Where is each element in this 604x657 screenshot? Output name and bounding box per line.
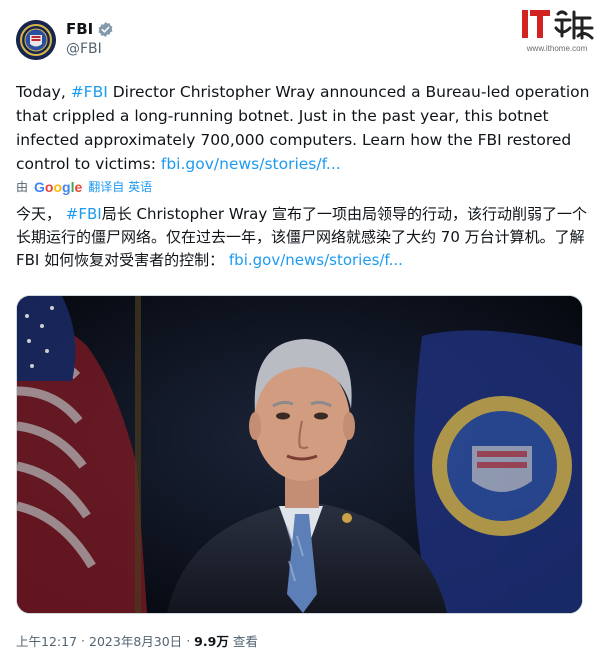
google-logo-icon: Google	[34, 178, 83, 195]
ithome-watermark: www.ithome.com	[516, 6, 598, 56]
hashtag-link[interactable]: #FBI	[71, 83, 108, 101]
account-name[interactable]: FBI	[66, 20, 93, 38]
tweet-media[interactable]	[16, 295, 583, 614]
translation-attribution: 由 Google 翻译自 英语	[16, 178, 152, 195]
account-name-row: FBI	[66, 20, 114, 38]
translated-from-link[interactable]: 翻译自 英语	[88, 178, 152, 195]
translated-by-label: 由	[16, 180, 29, 194]
verified-badge-icon	[98, 21, 113, 37]
translated-hashtag-link[interactable]: #FBI	[66, 205, 102, 223]
tweet-meta: 上午12:17 · 2023年8月30日 · 9.9万 查看	[16, 631, 258, 650]
ithome-logo-icon	[522, 10, 594, 40]
tweet-time[interactable]: 上午12:17	[16, 631, 77, 650]
views-label: 查看	[232, 634, 258, 649]
meta-separator-2: ·	[186, 633, 191, 648]
translated-text: 今天， #FBI局长 Christopher Wray 宣布了一项由局领导的行动…	[16, 203, 596, 272]
account-handle[interactable]: @FBI	[66, 41, 102, 57]
views-count: 9.9万	[194, 634, 229, 649]
fbi-seal-icon	[16, 20, 56, 60]
avatar[interactable]	[16, 20, 56, 60]
tweet-date[interactable]: 2023年8月30日	[89, 631, 182, 650]
meta-separator: ·	[81, 633, 86, 648]
translated-url-link[interactable]: fbi.gov/news/stories/f...	[229, 251, 403, 269]
video-thumbnail-icon	[17, 296, 582, 613]
tweet-text: Today, #FBI Director Christopher Wray an…	[16, 80, 596, 176]
tweet-url-link[interactable]: fbi.gov/news/stories/f...	[161, 155, 341, 173]
watermark-url: www.ithome.com	[526, 44, 588, 53]
tweet-text-start: Today,	[16, 83, 71, 101]
translated-text-start: 今天，	[16, 205, 66, 223]
